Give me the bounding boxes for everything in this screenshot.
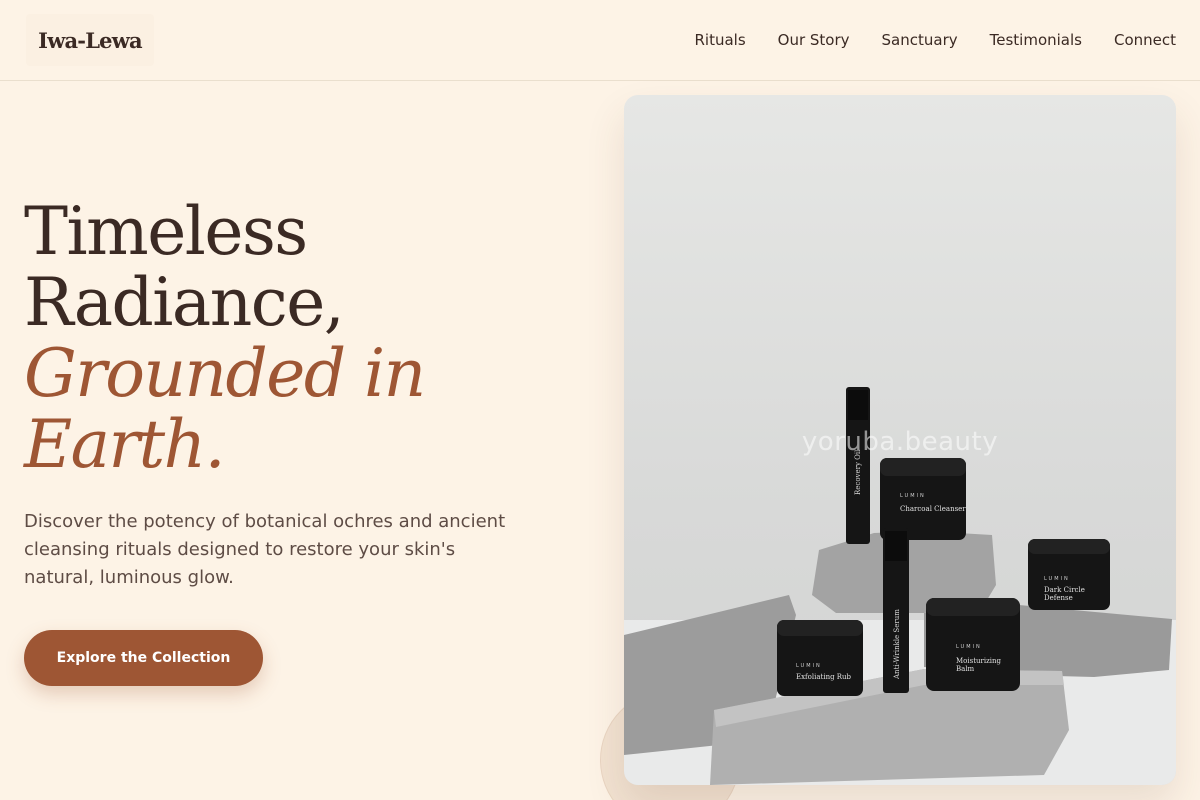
- jar-lid: [880, 458, 966, 476]
- hero-description: Discover the potency of botanical ochres…: [24, 511, 506, 588]
- dark-circle-label-1: Dark Circle: [1044, 586, 1085, 594]
- lumin-label: LUMIN: [900, 493, 926, 499]
- nav-link-our-story[interactable]: Our Story: [778, 30, 850, 50]
- explore-collection-button[interactable]: Explore the Collection: [24, 630, 263, 686]
- brand-logo[interactable]: Iwa-Lewa: [26, 14, 154, 66]
- lumin-label-2: LUMIN: [796, 663, 822, 669]
- moisturizing-label-1: Moisturizing: [956, 657, 1002, 665]
- headline-accent-line-1: Grounded in: [24, 335, 426, 412]
- nav-link-testimonials[interactable]: Testimonials: [990, 30, 1082, 50]
- hero-product-image: Recovery Oil LUMIN Charcoal Cleanser Ant…: [624, 95, 1176, 785]
- headline-accent-line-2: Earth.: [24, 406, 226, 483]
- serum-cap: [885, 531, 907, 561]
- dark-circle-lid: [1028, 539, 1110, 554]
- headline-line-2: Radiance,: [24, 264, 345, 341]
- lumin-label-4: LUMIN: [1044, 576, 1070, 582]
- serum-label: Anti-Wrinkle Serum: [893, 609, 901, 680]
- moisturizing-label-2: Balm: [956, 665, 975, 673]
- balm-lid: [926, 598, 1020, 616]
- exfoliating-lid: [777, 620, 863, 636]
- hero-headline: Timeless Radiance, Grounded in Earth.: [24, 196, 584, 480]
- dark-circle-label-2: Defense: [1044, 594, 1073, 602]
- headline-line-1: Timeless: [24, 193, 308, 270]
- charcoal-cleanser-label: Charcoal Cleanser: [900, 505, 966, 513]
- main-nav: Rituals Our Story Sanctuary Testimonials…: [695, 30, 1177, 50]
- site-header: Iwa-Lewa Rituals Our Story Sanctuary Tes…: [0, 0, 1200, 81]
- nav-link-sanctuary[interactable]: Sanctuary: [882, 30, 958, 50]
- lumin-label-3: LUMIN: [956, 644, 982, 650]
- exfoliating-rub-label: Exfoliating Rub: [796, 673, 852, 681]
- nav-link-connect[interactable]: Connect: [1114, 30, 1176, 50]
- nav-link-rituals[interactable]: Rituals: [695, 30, 746, 50]
- bottle-cap: [848, 390, 868, 420]
- image-watermark: yoruba.beauty: [801, 427, 999, 457]
